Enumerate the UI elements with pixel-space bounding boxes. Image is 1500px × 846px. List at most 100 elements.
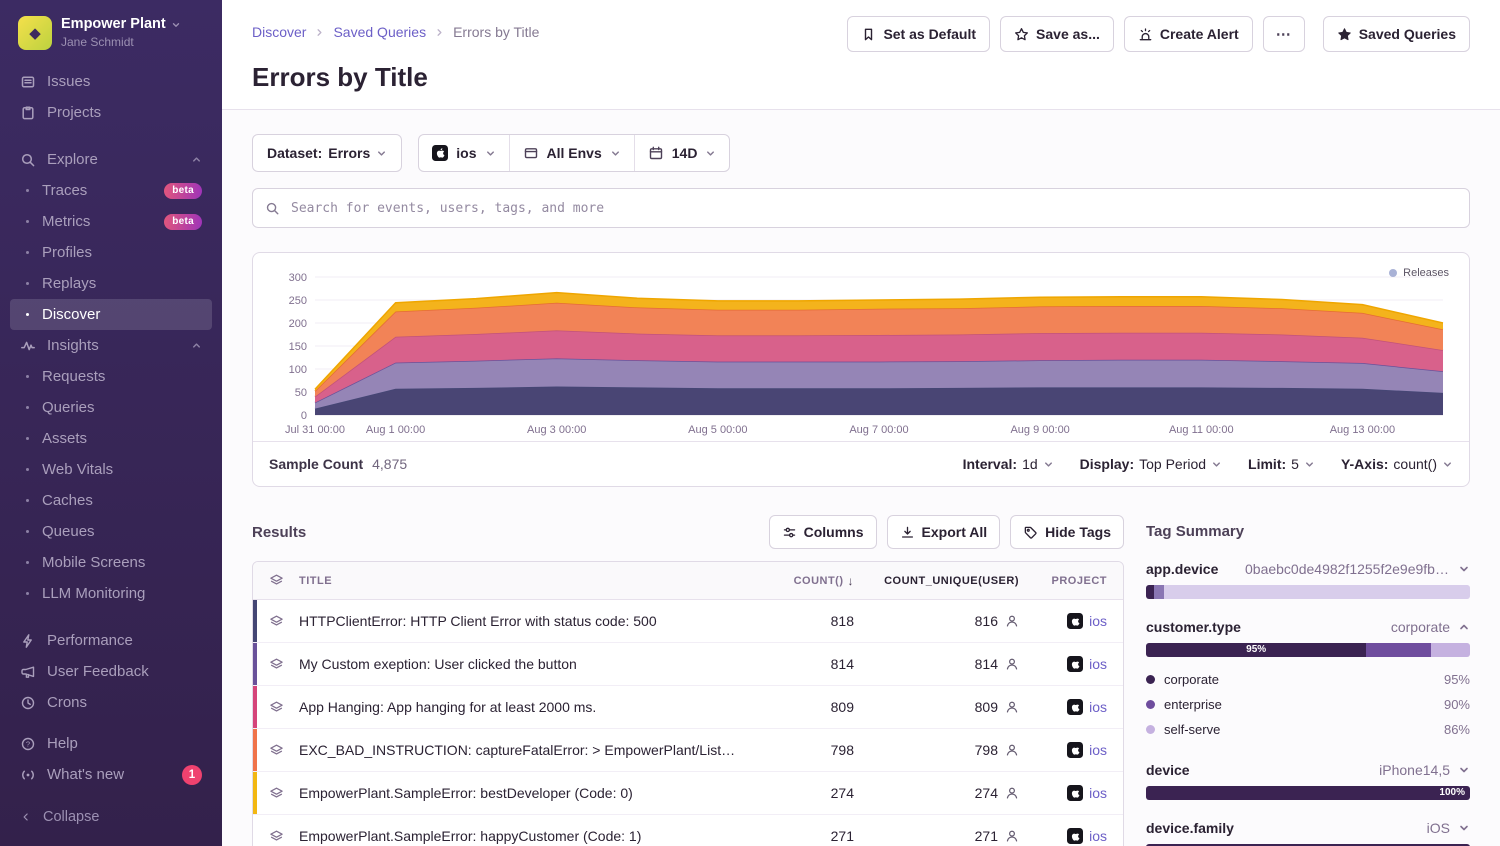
chevron-down-icon [376, 148, 387, 159]
tag-distribution-bar[interactable]: 95% [1146, 643, 1470, 657]
project-link[interactable]: ios [1089, 699, 1107, 715]
issue-title[interactable]: App Hanging: App hanging for at least 20… [299, 699, 754, 715]
chevron-up-icon[interactable] [1458, 621, 1470, 633]
sidebar-collapse-button[interactable]: Collapse [10, 801, 212, 832]
sidebar-item-projects[interactable]: Projects [10, 97, 212, 128]
sidebar-item-profiles[interactable]: Profiles [10, 237, 212, 268]
sidebar-item-crons[interactable]: Crons [10, 687, 212, 718]
export-all-button[interactable]: Export All [887, 515, 1001, 549]
search-input[interactable] [289, 200, 1457, 217]
table-row[interactable]: HTTPClientError: HTTP Client Error with … [253, 600, 1123, 643]
sidebar-item-whats-new[interactable]: What's new 1 [10, 759, 212, 790]
issue-title[interactable]: HTTPClientError: HTTP Client Error with … [299, 613, 754, 629]
tag-distribution-bar[interactable]: 100% [1146, 786, 1470, 800]
issue-title[interactable]: EmpowerPlant.SampleError: bestDeveloper … [299, 785, 754, 801]
set-as-default-button[interactable]: Set as Default [847, 16, 990, 52]
table-row[interactable]: EmpowerPlant.SampleError: happyCustomer … [253, 815, 1123, 846]
org-switcher[interactable]: ◆ Empower Plant Jane Schmidt [10, 12, 212, 66]
sidebar-item-llm-monitoring[interactable]: LLM Monitoring [10, 578, 212, 609]
project-link[interactable]: ios [1089, 742, 1107, 758]
count-value: 274 [754, 785, 854, 801]
sidebar-item-web-vitals[interactable]: Web Vitals [10, 454, 212, 485]
save-as-button[interactable]: Save as... [1000, 16, 1114, 52]
breadcrumb-current: Errors by Title [453, 24, 539, 40]
breadcrumb-saved-queries[interactable]: Saved Queries [333, 24, 426, 40]
chart-card: Releases 050100150200250300Jul 31 00:00A… [252, 252, 1470, 487]
issue-title[interactable]: EmpowerPlant.SampleError: happyCustomer … [299, 828, 754, 844]
limit-selector[interactable]: Limit: 5 [1248, 456, 1315, 472]
releases-legend[interactable]: Releases [1389, 267, 1449, 279]
table-row[interactable]: My Custom exeption: User clicked the but… [253, 643, 1123, 686]
column-header-count-unique[interactable]: COUNT_UNIQUE(USER) [854, 575, 1019, 587]
releases-legend-dot-icon [1389, 269, 1397, 277]
sidebar-item-help[interactable]: ? Help [10, 728, 212, 759]
column-header-title[interactable]: TITLE [299, 575, 754, 587]
display-selector[interactable]: Display: Top Period [1080, 456, 1222, 472]
sidebar-item-requests[interactable]: Requests [10, 361, 212, 392]
project-link[interactable]: ios [1089, 785, 1107, 801]
sidebar-item-assets[interactable]: Assets [10, 423, 212, 454]
org-name: Empower Plant [61, 16, 166, 33]
table-row[interactable]: App Hanging: App hanging for at least 20… [253, 686, 1123, 729]
sidebar-item-performance[interactable]: Performance [10, 625, 212, 656]
sidebar-item-mobile-screens[interactable]: Mobile Screens [10, 547, 212, 578]
sidebar-item-queries[interactable]: Queries [10, 392, 212, 423]
svg-text:?: ? [26, 739, 30, 748]
count-value: 798 [754, 742, 854, 758]
column-header-project[interactable]: PROJECT [1019, 575, 1123, 587]
chevron-down-icon[interactable] [1458, 764, 1470, 776]
tag-distribution-bar[interactable] [1146, 585, 1470, 599]
sidebar-item-queues[interactable]: Queues [10, 516, 212, 547]
columns-button[interactable]: Columns [769, 515, 877, 549]
tag-legend-row[interactable]: enterprise 90% [1146, 692, 1470, 717]
chevron-up-icon[interactable] [191, 154, 202, 165]
ellipsis-icon: ⋯ [1276, 25, 1292, 43]
environment-filter[interactable]: All Envs [509, 135, 634, 171]
more-options-button[interactable]: ⋯ [1263, 16, 1305, 52]
sidebar-group-explore[interactable]: Explore [10, 144, 212, 175]
chevron-down-icon [1043, 459, 1054, 470]
project-filter[interactable]: ios [419, 135, 508, 171]
y-axis-selector[interactable]: Y-Axis: count() [1341, 456, 1453, 472]
tag-legend-row[interactable]: self-serve 86% [1146, 717, 1470, 742]
bullet-icon [26, 530, 29, 533]
issue-title[interactable]: EXC_BAD_INSTRUCTION: captureFatalError: … [299, 742, 754, 758]
sidebar-item-discover[interactable]: Discover [10, 299, 212, 330]
chevron-down-icon[interactable] [1458, 563, 1470, 575]
sidebar-item-issues[interactable]: Issues [10, 66, 212, 97]
project-link[interactable]: ios [1089, 828, 1107, 844]
bullet-icon [26, 282, 29, 285]
chevron-down-icon[interactable] [1458, 822, 1470, 834]
interval-selector[interactable]: Interval: 1d [963, 456, 1054, 472]
ios-platform-icon [1067, 742, 1083, 758]
project-link[interactable]: ios [1089, 613, 1107, 629]
saved-queries-button[interactable]: Saved Queries [1323, 16, 1470, 52]
user-icon [1005, 700, 1019, 714]
sidebar-item-caches[interactable]: Caches [10, 485, 212, 516]
breadcrumb-discover[interactable]: Discover [252, 24, 306, 40]
dataset-selector[interactable]: Dataset: Errors [252, 134, 402, 172]
table-row[interactable]: EmpowerPlant.SampleError: bestDeveloper … [253, 772, 1123, 815]
hide-tags-button[interactable]: Hide Tags [1010, 515, 1124, 549]
user-icon [1005, 743, 1019, 757]
tag-legend-row[interactable]: corporate 95% [1146, 667, 1470, 692]
table-row[interactable]: EXC_BAD_INSTRUCTION: captureFatalError: … [253, 729, 1123, 772]
chevron-up-icon[interactable] [191, 340, 202, 351]
errors-stacked-area-chart[interactable]: 050100150200250300Jul 31 00:00Aug 1 00:0… [269, 263, 1453, 441]
sidebar-item-metrics[interactable]: Metrics beta [10, 206, 212, 237]
star-filled-icon [1337, 27, 1352, 42]
calendar-icon [648, 145, 664, 161]
project-link[interactable]: ios [1089, 656, 1107, 672]
sidebar-item-user-feedback[interactable]: User Feedback [10, 656, 212, 687]
sidebar-item-traces[interactable]: Traces beta [10, 175, 212, 206]
sidebar-item-replays[interactable]: Replays [10, 268, 212, 299]
issue-title[interactable]: My Custom exeption: User clicked the but… [299, 656, 754, 672]
download-icon [900, 525, 915, 540]
date-range-filter[interactable]: 14D [634, 135, 730, 171]
create-alert-button[interactable]: Create Alert [1124, 16, 1253, 52]
svg-text:Jul 31 00:00: Jul 31 00:00 [285, 424, 345, 436]
main-area: Discover Saved Queries Errors by Title S… [222, 0, 1500, 846]
column-header-count[interactable]: COUNT() ↓ [754, 574, 854, 588]
sidebar-group-insights[interactable]: Insights [10, 330, 212, 361]
chevron-down-icon [610, 148, 621, 159]
